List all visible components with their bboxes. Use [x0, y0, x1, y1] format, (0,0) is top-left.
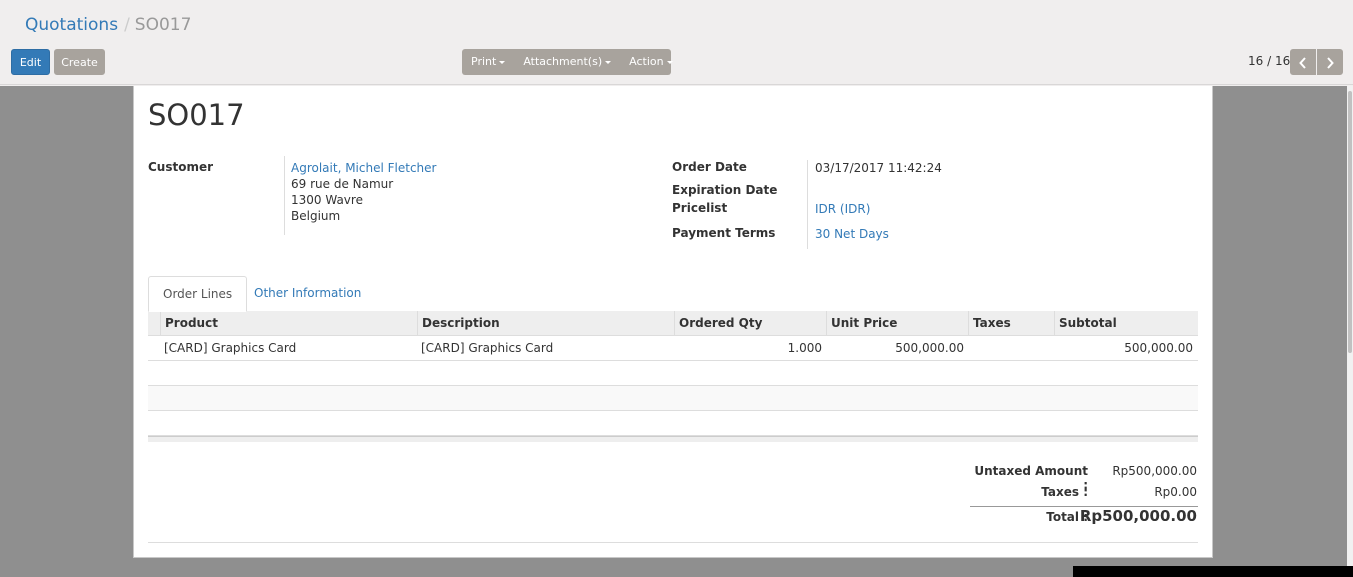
- order-date-label: Order Date: [672, 160, 747, 174]
- overlay-bar: [1073, 566, 1353, 577]
- tab-other-information[interactable]: Other Information: [240, 276, 375, 312]
- caret-down-icon: [499, 60, 506, 64]
- column-product[interactable]: Product: [160, 311, 417, 336]
- cell-ordered-qty: 1.000: [787, 341, 822, 355]
- untaxed-amount-value: Rp500,000.00: [1112, 464, 1197, 478]
- attachments-label: Attachment(s): [523, 55, 603, 68]
- customer-address-line3: Belgium: [291, 209, 341, 223]
- field-divider: [807, 160, 808, 249]
- pricelist-label: Pricelist: [672, 201, 728, 215]
- order-lines-footer: [148, 436, 1198, 442]
- document-title: SO017: [148, 98, 245, 132]
- cell-unit-price: 500,000.00: [895, 341, 964, 355]
- scrollbar-thumb[interactable]: [1348, 91, 1352, 353]
- cell-product: [CARD] Graphics Card: [164, 341, 297, 355]
- cell-description: [CARD] Graphics Card: [421, 341, 554, 355]
- edit-button[interactable]: Edit: [11, 49, 50, 75]
- breadcrumb-current: SO017: [134, 15, 192, 35]
- notes-divider: [148, 542, 1198, 543]
- pager-next-button[interactable]: [1317, 49, 1343, 75]
- breadcrumb-quotations-link[interactable]: Quotations: [25, 15, 118, 35]
- pricelist-link[interactable]: IDR (IDR): [815, 202, 870, 216]
- control-panel: Quotations / SO017 Edit Create Print Attac…: [0, 0, 1353, 85]
- cell-subtotal: 500,000.00: [1124, 341, 1193, 355]
- attachments-dropdown[interactable]: Attachment(s): [514, 49, 620, 75]
- customer-label: Customer: [148, 160, 214, 174]
- column-taxes[interactable]: Taxes: [968, 311, 1054, 336]
- order-lines-header: Product Description Ordered Qty Unit Pri…: [148, 311, 1198, 336]
- form-sheet: SO017 Customer Agrolait, Michel Fletcher…: [133, 86, 1213, 558]
- print-label: Print: [471, 55, 497, 68]
- pager-previous-button[interactable]: [1290, 49, 1316, 75]
- customer-address-line1: 69 rue de Namur: [291, 177, 394, 191]
- caret-down-icon: [605, 60, 612, 64]
- sidebar-dropdowns: Print Attachment(s) Action: [462, 49, 673, 75]
- action-label: Action: [629, 55, 664, 68]
- table-row-empty: [148, 411, 1198, 436]
- caret-down-icon: [666, 60, 673, 64]
- taxes-label: Taxes :: [1041, 485, 1088, 499]
- expiration-date-label: Expiration Date: [672, 183, 778, 197]
- column-subtotal[interactable]: Subtotal: [1054, 311, 1198, 336]
- create-button[interactable]: Create: [54, 49, 105, 75]
- breadcrumb: Quotations / SO017: [25, 15, 191, 35]
- tab-order-lines[interactable]: Order Lines: [148, 276, 248, 312]
- column-ordered-qty[interactable]: Ordered Qty: [674, 311, 826, 336]
- total-value: Rp500,000.00: [1079, 507, 1197, 525]
- scrollbar[interactable]: [1347, 86, 1353, 577]
- action-dropdown[interactable]: Action: [620, 49, 681, 75]
- table-row-empty: [148, 386, 1198, 411]
- chevron-right-icon: [1327, 57, 1334, 69]
- taxes-value: Rp0.00: [1154, 485, 1197, 499]
- payment-terms-label: Payment Terms: [672, 226, 776, 240]
- order-date-value: 03/17/2017 11:42:24: [815, 161, 942, 175]
- payment-terms-link[interactable]: 30 Net Days: [815, 227, 889, 241]
- chevron-left-icon: [1299, 57, 1306, 69]
- column-unit-price[interactable]: Unit Price: [826, 311, 968, 336]
- customer-link[interactable]: Agrolait, Michel Fletcher: [291, 161, 436, 175]
- customer-address-line2: 1300 Wavre: [291, 193, 363, 207]
- pager-value[interactable]: 16 / 16: [1248, 54, 1290, 68]
- field-divider: [284, 156, 285, 235]
- table-row[interactable]: [CARD] Graphics Card [CARD] Graphics Car…: [148, 336, 1198, 361]
- table-row-empty: [148, 361, 1198, 386]
- column-description[interactable]: Description: [417, 311, 674, 336]
- print-dropdown[interactable]: Print: [462, 49, 514, 75]
- cell-taxes: [968, 336, 1050, 361]
- breadcrumb-separator: /: [124, 15, 130, 35]
